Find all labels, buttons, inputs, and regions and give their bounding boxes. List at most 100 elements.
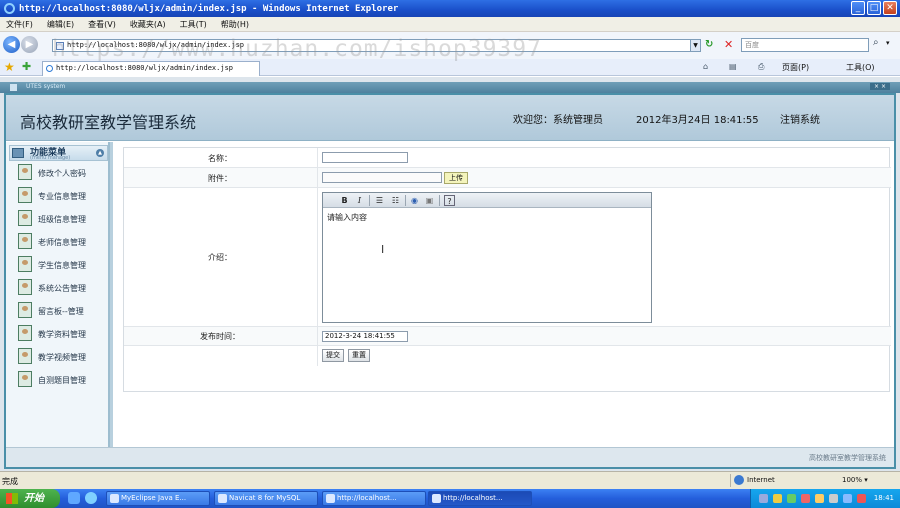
task-navicat[interactable]: Navicat 8 for MySQL — [214, 491, 318, 506]
task-label: MyEclipse Java E... — [121, 494, 187, 502]
tab-row: ★ ✚ http://localhost:8080/wljx/admin/ind… — [0, 59, 900, 76]
strip-controls[interactable]: × × — [870, 83, 890, 90]
zoom-control[interactable]: 100% ▾ — [842, 476, 868, 484]
sidebar-item-video[interactable]: 教学视频管理 — [16, 347, 106, 366]
app-icon — [432, 494, 441, 503]
menu-file[interactable]: 文件(F) — [6, 19, 33, 30]
submit-button[interactable]: 提交 — [322, 349, 344, 362]
tab-label: http://localhost:8080/wljx/admin/index.j… — [56, 64, 234, 72]
address-bar[interactable]: http://localhost:8080/wljx/admin/index.j… — [52, 39, 700, 52]
start-button[interactable]: 开始 — [0, 489, 60, 508]
strip-label: UTES system — [26, 83, 66, 90]
datetime-text: 2012年3月24日 18:41:55 — [636, 115, 759, 126]
attachment-input[interactable] — [322, 172, 442, 183]
tray-icon[interactable] — [787, 494, 796, 503]
help-icon[interactable]: ? — [444, 195, 455, 206]
refresh-icon[interactable]: ↻ — [705, 39, 713, 50]
tray-icon[interactable] — [815, 494, 824, 503]
name-label: 名称： — [208, 154, 232, 163]
italic-button[interactable]: I — [354, 195, 365, 206]
feeds-icon[interactable]: ▤ — [729, 62, 737, 71]
sidebar-item-message-board[interactable]: 留言板--管理 — [16, 301, 106, 320]
app-icon — [326, 494, 335, 503]
bold-button[interactable]: B — [339, 195, 350, 206]
menu-favorites[interactable]: 收藏夹(A) — [130, 19, 166, 30]
tray-icon[interactable] — [843, 494, 852, 503]
sidebar-item-label: 系统公告管理 — [38, 284, 86, 293]
ordered-list-icon[interactable]: ☰ — [374, 195, 385, 206]
logout-link[interactable]: 注销系统 — [780, 111, 820, 126]
collapse-icon[interactable]: ▲ — [96, 149, 104, 157]
unordered-list-icon[interactable]: ☷ — [390, 195, 401, 206]
sidebar-splitter[interactable] — [110, 142, 113, 447]
back-button[interactable]: ◀ — [3, 36, 20, 53]
sidebar-item-self-test[interactable]: 自测题目管理 — [16, 370, 106, 389]
tray-icon[interactable] — [773, 494, 782, 503]
add-favorite-icon[interactable]: ✚ — [22, 60, 31, 73]
user-icon — [18, 210, 32, 226]
sidebar-item-student[interactable]: 学生信息管理 — [16, 255, 106, 274]
tools-menu[interactable]: 工具(O) — [846, 62, 875, 73]
upload-button[interactable]: 上传 — [444, 172, 468, 184]
sidebar-item-label: 修改个人密码 — [38, 169, 86, 178]
publish-time-label: 发布时间： — [200, 332, 240, 341]
favorites-star-icon[interactable]: ★ — [4, 60, 15, 74]
menu-tools[interactable]: 工具(T) — [180, 19, 207, 30]
tray-icon[interactable] — [857, 494, 866, 503]
sidebar-item-label: 自测题目管理 — [38, 376, 86, 385]
tray-icon[interactable] — [759, 494, 768, 503]
color-icon[interactable]: ◉ — [409, 195, 420, 206]
maximize-button[interactable]: □ — [867, 1, 881, 15]
name-input[interactable] — [322, 152, 408, 163]
minimize-button[interactable]: _ — [851, 1, 865, 15]
app-footer: 高校教研室教学管理系统 — [6, 447, 894, 467]
tray-icon[interactable] — [829, 494, 838, 503]
stop-icon[interactable]: ✕ — [724, 38, 733, 51]
sidebar-item-label: 学生信息管理 — [38, 261, 86, 270]
sidebar-item-notice[interactable]: 系统公告管理 — [16, 278, 106, 297]
strip-square-icon — [10, 84, 17, 91]
address-dropdown-icon[interactable]: ▼ — [690, 39, 701, 52]
show-desktop-icon[interactable] — [68, 492, 80, 504]
menu-view[interactable]: 查看(V) — [88, 19, 116, 30]
app-header: 高校教研室教学管理系统 欢迎您：系统管理员 2012年3月24日 18:41:5… — [6, 95, 894, 141]
sidebar-item-major[interactable]: 专业信息管理 — [16, 186, 106, 205]
form-row-actions: 提交 重置 — [124, 346, 891, 366]
page-menu[interactable]: 页面(P) — [782, 62, 809, 73]
browser-tab[interactable]: http://localhost:8080/wljx/admin/index.j… — [42, 61, 260, 76]
ie-logo-icon — [4, 3, 15, 14]
search-dropdown-icon[interactable]: ▾ — [886, 39, 890, 47]
app-frame: 高校教研室教学管理系统 欢迎您：系统管理员 2012年3月24日 18:41:5… — [4, 93, 896, 469]
intro-label: 介绍： — [208, 253, 232, 262]
reset-button[interactable]: 重置 — [348, 349, 370, 362]
editor-content[interactable]: 请输入内容 — [327, 212, 367, 223]
task-label: Navicat 8 for MySQL — [229, 494, 301, 502]
clock: 18:41 — [873, 494, 894, 502]
tray-icon[interactable] — [801, 494, 810, 503]
task-myeclipse[interactable]: MyEclipse Java E... — [106, 491, 210, 506]
task-ie-2[interactable]: http://localhost... — [428, 491, 532, 506]
menu-edit[interactable]: 编辑(E) — [47, 19, 74, 30]
address-row: ◀ ▶ http://localhost:8080/wljx/admin/ind… — [0, 32, 900, 59]
menu-help[interactable]: 帮助(H) — [221, 19, 249, 30]
status-text: 完成 — [2, 477, 18, 486]
sidebar-item-label: 教学资料管理 — [38, 330, 86, 339]
print-icon[interactable]: ⎙ — [758, 62, 764, 72]
sidebar-item-teacher[interactable]: 老师信息管理 — [16, 232, 106, 251]
user-icon — [18, 302, 32, 318]
sidebar-item-class[interactable]: 班级信息管理 — [16, 209, 106, 228]
sidebar-item-change-password[interactable]: 修改个人密码 — [16, 163, 106, 182]
close-button[interactable]: ✕ — [883, 1, 897, 15]
sidebar-item-materials[interactable]: 教学资料管理 — [16, 324, 106, 343]
task-ie-1[interactable]: http://localhost... — [322, 491, 426, 506]
forward-button[interactable]: ▶ — [21, 36, 38, 53]
image-icon[interactable]: ▣ — [424, 195, 435, 206]
page-icon — [56, 42, 64, 50]
home-icon[interactable]: ⌂ — [703, 62, 708, 71]
ie-quicklaunch-icon[interactable] — [85, 492, 97, 504]
user-icon — [18, 279, 32, 295]
search-icon[interactable]: ⌕ — [873, 37, 879, 48]
task-label: http://localhost... — [337, 494, 397, 502]
search-input[interactable]: 百度 — [741, 38, 869, 52]
publish-time-input[interactable]: 2012-3-24 18:41:55 — [322, 331, 408, 342]
